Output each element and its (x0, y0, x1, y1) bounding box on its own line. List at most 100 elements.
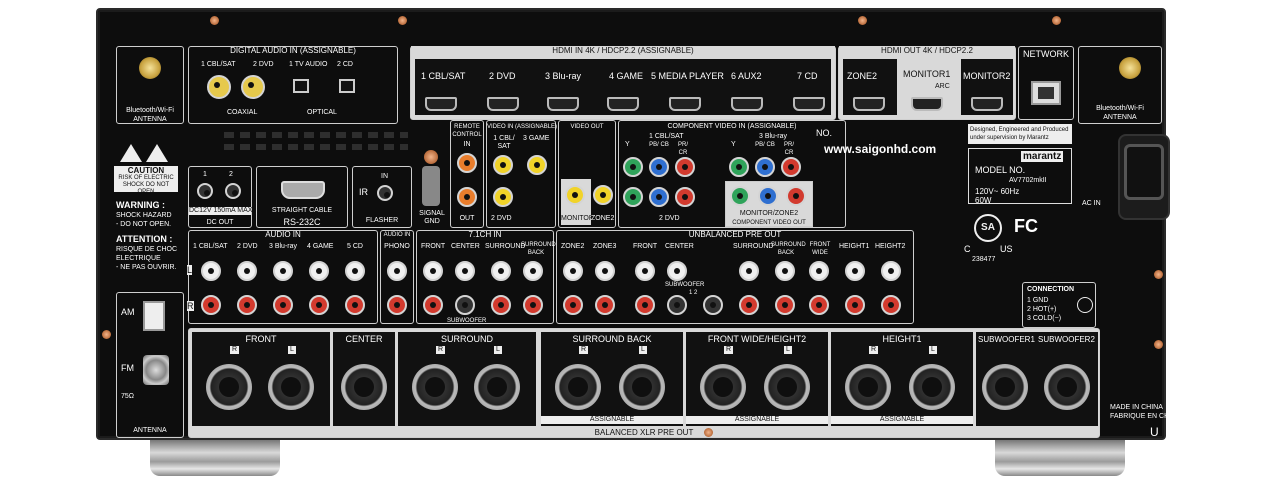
xlr-front-r-jack[interactable] (206, 364, 252, 410)
component-in-3-y-jack[interactable] (729, 157, 749, 177)
audio-in-1-l-jack[interactable] (201, 261, 221, 281)
rs232c-port[interactable] (281, 181, 325, 199)
coaxial-in-2-jack[interactable] (241, 75, 265, 99)
pre-out-zone3-l-jack[interactable] (595, 261, 615, 281)
hdmi-in-7-port[interactable] (793, 97, 825, 111)
pre-out-front-wide-l-jack[interactable] (809, 261, 829, 281)
hdmi-in-5-port[interactable] (669, 97, 701, 111)
audio-in-5-l-jack[interactable] (345, 261, 365, 281)
ac-in-socket[interactable] (1124, 144, 1164, 200)
hdmi-in-4-port[interactable] (607, 97, 639, 111)
xlr-front-l-jack[interactable] (268, 364, 314, 410)
pre-out-front-r-jack[interactable] (635, 295, 655, 315)
video-in-3-jack[interactable] (527, 155, 547, 175)
audio-in-3-r-jack[interactable] (273, 295, 293, 315)
ir-flasher-jack[interactable] (377, 185, 393, 201)
bt-antenna-connector-left[interactable] (139, 57, 161, 79)
audio-in-4-r-jack[interactable] (309, 295, 329, 315)
pre-out-surround-l-jack[interactable] (739, 261, 759, 281)
component-in-2-y-jack[interactable] (623, 187, 643, 207)
pre-out-zone3-r-jack[interactable] (595, 295, 615, 315)
video-in-2-jack[interactable] (493, 187, 513, 207)
audio-r-marker: R (187, 301, 194, 311)
optical-in-1-jack[interactable] (293, 79, 309, 93)
pre-out-front-wide-r-jack[interactable] (809, 295, 829, 315)
pre-out-surround-back-l-jack[interactable] (775, 261, 795, 281)
remote-in-jack[interactable] (457, 153, 477, 173)
dc-out-1-jack[interactable] (197, 183, 213, 199)
xlr-front-wide-r-jack[interactable] (700, 364, 746, 410)
xlr-front-wide-l-jack[interactable] (764, 364, 810, 410)
xlr-height1-r-jack[interactable] (845, 364, 891, 410)
pre-out-subwoofer2-jack[interactable] (703, 295, 723, 315)
xlr-surround-back-l-jack[interactable] (619, 364, 665, 410)
xlr-surround-l-jack[interactable] (474, 364, 520, 410)
hdmi-out-monitor2-port[interactable] (971, 97, 1003, 111)
component-in-2-pr-jack[interactable] (675, 187, 695, 207)
audio-in-1-r-jack[interactable] (201, 295, 221, 315)
component-out-y-jack[interactable] (730, 186, 750, 206)
remote-out-jack[interactable] (457, 187, 477, 207)
audio-in-5-r-jack[interactable] (345, 295, 365, 315)
xlr-center-jack[interactable] (341, 364, 387, 410)
hdmi-in-2-port[interactable] (487, 97, 519, 111)
hdmi-in-6-port[interactable] (731, 97, 763, 111)
audio-in-4-l-jack[interactable] (309, 261, 329, 281)
phono-l-jack[interactable] (387, 261, 407, 281)
ch71-front-r-jack[interactable] (423, 295, 443, 315)
pre-out-zone2-r-jack[interactable] (563, 295, 583, 315)
component-in-3-pb-jack[interactable] (755, 157, 775, 177)
ch71-subwoofer-jack[interactable] (455, 295, 475, 315)
component-out-pb-jack[interactable] (758, 186, 778, 206)
pre-out-front-l-jack[interactable] (635, 261, 655, 281)
video-in-1-jack[interactable] (493, 155, 513, 175)
hdmi-in-1-port[interactable] (425, 97, 457, 111)
component-out-pr-jack[interactable] (786, 186, 806, 206)
audio-in-2-r-jack[interactable] (237, 295, 257, 315)
audio-in-2-label: 2 DVD (237, 243, 258, 250)
pre-out-surround-back-r-jack[interactable] (775, 295, 795, 315)
audio-in-2-l-jack[interactable] (237, 261, 257, 281)
video-out-zone2-jack[interactable] (593, 185, 613, 205)
ch71-surround-r-jack[interactable] (491, 295, 511, 315)
hdmi-out-spec: 4K / HDCP2.2 (922, 46, 973, 55)
ch71-surround-l-jack[interactable] (491, 261, 511, 281)
xlr-surround-back-r-jack[interactable] (555, 364, 601, 410)
fm-antenna-terminal[interactable] (143, 355, 169, 385)
pre-out-height2-l-jack[interactable] (881, 261, 901, 281)
designed-box: Designed, Engineered and Produced under … (968, 124, 1072, 144)
phono-r-jack[interactable] (387, 295, 407, 315)
audio-in-3-l-jack[interactable] (273, 261, 293, 281)
ch71-surround-back-l-jack[interactable] (523, 261, 543, 281)
pre-out-center-jack[interactable] (667, 261, 687, 281)
component-in-3-pr-jack[interactable] (781, 157, 801, 177)
bt-antenna-connector-right[interactable] (1119, 57, 1141, 79)
pre-out-subwoofer1-jack[interactable] (667, 295, 687, 315)
ch71-center-jack[interactable] (455, 261, 475, 281)
component-in-1-y-jack[interactable] (623, 157, 643, 177)
component-in-1-pb-jack[interactable] (649, 157, 669, 177)
video-out-monitor-jack[interactable] (565, 185, 585, 205)
xlr-subwoofer2-jack[interactable] (1044, 364, 1090, 410)
pre-out-surround-r-jack[interactable] (739, 295, 759, 315)
am-antenna-terminal[interactable] (143, 301, 165, 331)
component-in-2-pb-jack[interactable] (649, 187, 669, 207)
dc-out-2-jack[interactable] (225, 183, 241, 199)
component-in-1-pr-jack[interactable] (675, 157, 695, 177)
coaxial-in-1-jack[interactable] (207, 75, 231, 99)
xlr-subwoofer1-jack[interactable] (982, 364, 1028, 410)
signal-gnd-terminal[interactable] (424, 150, 438, 164)
ch71-front-l-jack[interactable] (423, 261, 443, 281)
ch71-surround-back-r-jack[interactable] (523, 295, 543, 315)
optical-in-2-jack[interactable] (339, 79, 355, 93)
hdmi-in-3-port[interactable] (547, 97, 579, 111)
pre-out-height1-l-jack[interactable] (845, 261, 865, 281)
pre-out-height2-r-jack[interactable] (881, 295, 901, 315)
hdmi-out-zone2-port[interactable] (853, 97, 885, 111)
xlr-height1-l-jack[interactable] (909, 364, 955, 410)
xlr-surround-r-jack[interactable] (412, 364, 458, 410)
ethernet-port[interactable] (1031, 81, 1061, 105)
pre-out-zone2-l-jack[interactable] (563, 261, 583, 281)
pre-out-height1-r-jack[interactable] (845, 295, 865, 315)
hdmi-out-monitor1-port[interactable] (911, 97, 943, 111)
